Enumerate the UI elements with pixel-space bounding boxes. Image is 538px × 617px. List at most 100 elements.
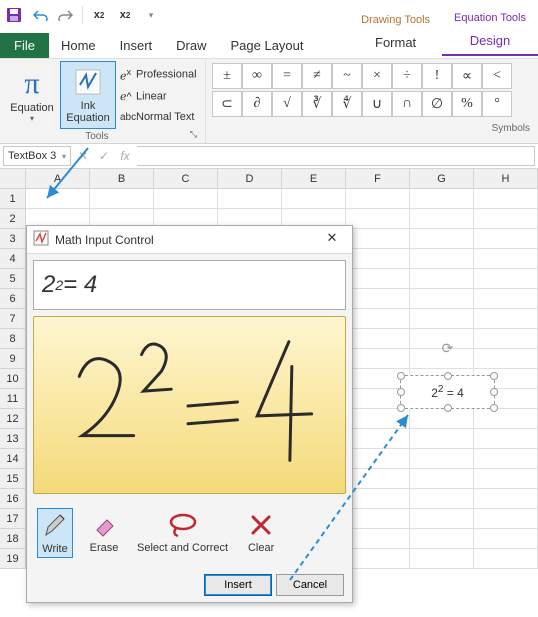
- insert-button[interactable]: Insert: [204, 574, 272, 596]
- row-header[interactable]: 8: [0, 329, 26, 349]
- symbol-button[interactable]: ~: [332, 63, 362, 89]
- cell[interactable]: [346, 229, 410, 249]
- row-header[interactable]: 7: [0, 309, 26, 329]
- cell[interactable]: [410, 549, 474, 569]
- cell[interactable]: [346, 509, 410, 529]
- cell[interactable]: [346, 489, 410, 509]
- cell[interactable]: [474, 509, 538, 529]
- tab-file[interactable]: File: [0, 33, 49, 58]
- symbol-button[interactable]: ∛: [302, 91, 332, 117]
- qat-dropdown-icon[interactable]: ▾: [141, 5, 161, 25]
- resize-handle[interactable]: [444, 404, 452, 412]
- cell[interactable]: [346, 429, 410, 449]
- symbol-button[interactable]: ×: [362, 63, 392, 89]
- equation-button[interactable]: π Equation ▾: [4, 61, 60, 129]
- cell[interactable]: [346, 189, 410, 209]
- cell[interactable]: [346, 289, 410, 309]
- row-header[interactable]: 17: [0, 509, 26, 529]
- tab-format[interactable]: Format: [349, 29, 442, 56]
- professional-option[interactable]: ℯxProfessional: [120, 67, 197, 83]
- row-header[interactable]: 5: [0, 269, 26, 289]
- row-header[interactable]: 15: [0, 469, 26, 489]
- cell[interactable]: [346, 349, 410, 369]
- row-header[interactable]: 6: [0, 289, 26, 309]
- row-header[interactable]: 3: [0, 229, 26, 249]
- enter-icon[interactable]: ✓: [95, 147, 113, 165]
- column-header[interactable]: B: [90, 169, 154, 188]
- cell[interactable]: [474, 449, 538, 469]
- symbol-button[interactable]: ÷: [392, 63, 422, 89]
- column-header[interactable]: G: [410, 169, 474, 188]
- column-header[interactable]: A: [26, 169, 90, 188]
- cell[interactable]: [410, 429, 474, 449]
- cell[interactable]: [474, 489, 538, 509]
- row-header[interactable]: 12: [0, 409, 26, 429]
- cell[interactable]: [410, 509, 474, 529]
- cell[interactable]: [410, 469, 474, 489]
- normal-text-option[interactable]: abcNormal Text: [120, 111, 197, 123]
- cell[interactable]: [474, 469, 538, 489]
- cell[interactable]: [474, 249, 538, 269]
- resize-handle[interactable]: [397, 372, 405, 380]
- select-correct-tool[interactable]: Select and Correct: [135, 508, 230, 558]
- symbol-button[interactable]: ∅: [422, 91, 452, 117]
- symbol-button[interactable]: ∩: [392, 91, 422, 117]
- cell[interactable]: [410, 229, 474, 249]
- column-header[interactable]: F: [346, 169, 410, 188]
- subscript-icon[interactable]: x2: [89, 5, 109, 25]
- rotate-handle-icon[interactable]: ⟳: [442, 340, 454, 357]
- resize-handle[interactable]: [397, 404, 405, 412]
- chevron-down-icon[interactable]: ▾: [62, 152, 66, 161]
- row-header[interactable]: 4: [0, 249, 26, 269]
- row-header[interactable]: 16: [0, 489, 26, 509]
- fx-icon[interactable]: fx: [116, 147, 134, 165]
- equation-textbox[interactable]: ⟳ 22 = 4: [400, 375, 495, 409]
- symbol-button[interactable]: ≠: [302, 63, 332, 89]
- row-header[interactable]: 19: [0, 549, 26, 569]
- cell[interactable]: [474, 289, 538, 309]
- symbol-button[interactable]: °: [482, 91, 512, 117]
- cell[interactable]: [410, 449, 474, 469]
- dialog-launcher-icon[interactable]: ⤡: [190, 129, 201, 142]
- cell[interactable]: [346, 449, 410, 469]
- cell[interactable]: [410, 409, 474, 429]
- cell[interactable]: [410, 489, 474, 509]
- cell[interactable]: [346, 549, 410, 569]
- cell[interactable]: [346, 209, 410, 229]
- cell[interactable]: [474, 269, 538, 289]
- superscript-icon[interactable]: x2: [115, 5, 135, 25]
- symbol-button[interactable]: ±: [212, 63, 242, 89]
- cell[interactable]: [346, 469, 410, 489]
- cell[interactable]: [410, 309, 474, 329]
- resize-handle[interactable]: [490, 372, 498, 380]
- cell[interactable]: [474, 529, 538, 549]
- symbol-button[interactable]: √: [272, 91, 302, 117]
- cell[interactable]: [410, 249, 474, 269]
- cell[interactable]: [346, 409, 410, 429]
- cancel-icon[interactable]: ✕: [74, 147, 92, 165]
- symbol-button[interactable]: ∝: [452, 63, 482, 89]
- erase-tool[interactable]: Erase: [87, 508, 121, 558]
- resize-handle[interactable]: [397, 388, 405, 396]
- row-header[interactable]: 9: [0, 349, 26, 369]
- tab-home[interactable]: Home: [49, 33, 108, 58]
- symbol-button[interactable]: ∞: [242, 63, 272, 89]
- tab-page-layout[interactable]: Page Layout: [219, 33, 316, 58]
- cell[interactable]: [474, 209, 538, 229]
- symbol-button[interactable]: =: [272, 63, 302, 89]
- undo-icon[interactable]: [30, 5, 50, 25]
- tab-design[interactable]: Design: [442, 27, 538, 56]
- symbol-button[interactable]: ∂: [242, 91, 272, 117]
- cell[interactable]: [346, 249, 410, 269]
- write-tool[interactable]: Write: [37, 508, 73, 558]
- row-header[interactable]: 14: [0, 449, 26, 469]
- cell[interactable]: [90, 189, 154, 209]
- row-header[interactable]: 10: [0, 369, 26, 389]
- cell[interactable]: [26, 189, 90, 209]
- save-icon[interactable]: [4, 5, 24, 25]
- row-header[interactable]: 11: [0, 389, 26, 409]
- column-header[interactable]: C: [154, 169, 218, 188]
- redo-icon[interactable]: [56, 5, 76, 25]
- resize-handle[interactable]: [490, 388, 498, 396]
- symbol-button[interactable]: %: [452, 91, 482, 117]
